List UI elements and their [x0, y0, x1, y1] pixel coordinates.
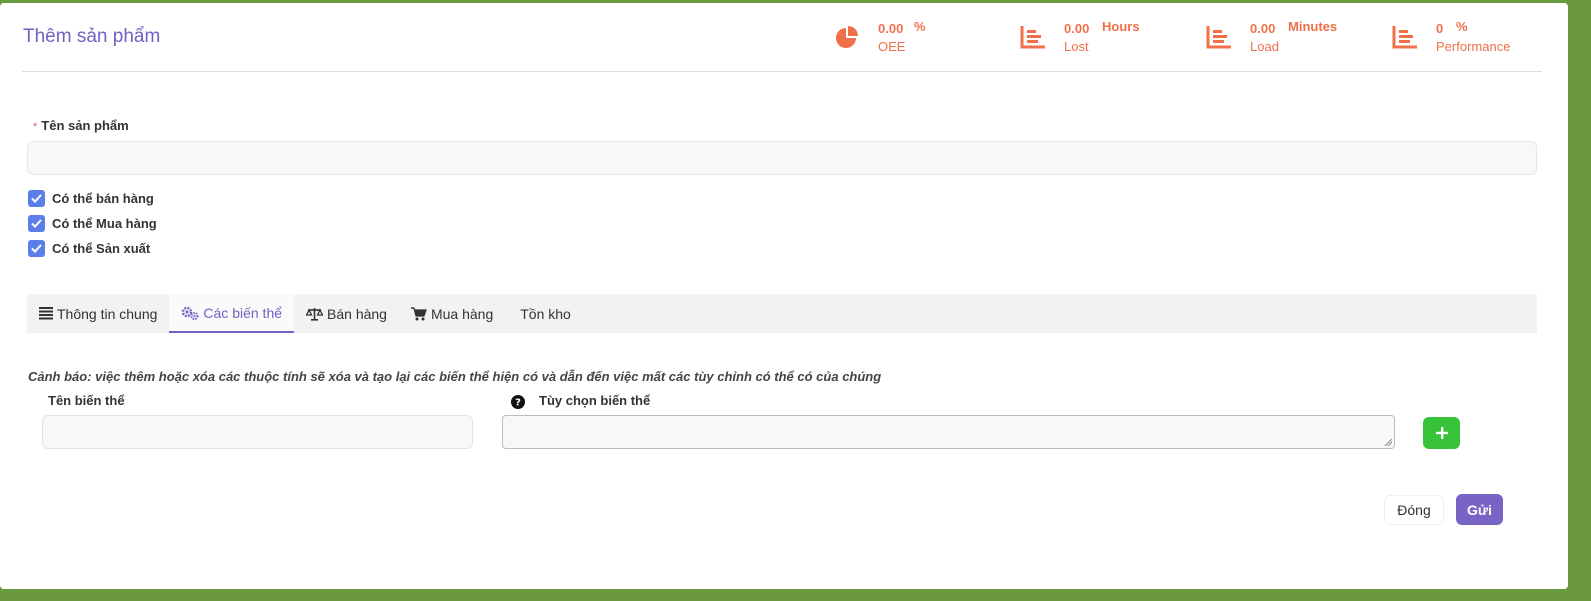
checkbox-label: Có thể Sản xuất	[52, 240, 151, 256]
tab-general-info[interactable]: Thông tin chung	[27, 294, 169, 333]
required-mark: *	[33, 121, 38, 133]
tab-label: Mua hàng	[430, 305, 494, 322]
stat-value: 0.00	[1250, 21, 1276, 36]
tab-inventory[interactable]: Tồn kho	[505, 294, 583, 333]
bar-chart-icon	[1020, 26, 1045, 49]
checkbox-label: Có thể Mua hàng	[52, 215, 157, 231]
tab-label: Các biến thể	[203, 304, 283, 321]
stat-value: 0.00	[878, 21, 904, 36]
checkbox-checked-icon[interactable]	[28, 189, 45, 207]
stat-label: OEE	[878, 39, 906, 54]
stat-oee: 0.00 % OEE	[834, 17, 994, 57]
stat-label: Load	[1250, 39, 1279, 54]
submit-button[interactable]: Gửi	[1456, 494, 1503, 525]
page-title: Thêm sản phẩm	[23, 26, 161, 47]
product-name-input[interactable]	[27, 141, 1537, 175]
modal-dialog: Thêm sản phẩm 0.00 % OEE 0.00 Hours Lost	[0, 3, 1568, 589]
tab-label: Bán hàng	[327, 305, 387, 322]
stat-unit: %	[1456, 19, 1468, 34]
list-icon	[39, 307, 53, 320]
scale-icon	[306, 307, 324, 321]
stat-unit: Hours	[1102, 19, 1140, 34]
checkbox-can-sell[interactable]: Có thể bán hàng	[28, 189, 154, 207]
variant-options-textarea[interactable]	[502, 415, 1395, 449]
gears-icon	[182, 306, 199, 320]
bar-chart-icon	[1392, 26, 1417, 49]
stat-load: 0.00 Minutes Load	[1206, 17, 1366, 57]
resize-grip-icon[interactable]	[1384, 438, 1392, 446]
checkbox-checked-icon[interactable]	[28, 214, 45, 232]
variant-warning-text: Cảnh báo: việc thêm hoặc xóa các thuộc t…	[28, 369, 882, 384]
stat-lost: 0.00 Hours Lost	[1020, 17, 1180, 57]
variant-options-label: Tùy chọn biến thể	[539, 393, 651, 408]
pie-chart-icon	[836, 26, 858, 48]
product-name-label-text: Tên sản phẩm	[41, 118, 129, 133]
variant-name-input[interactable]	[42, 415, 473, 449]
tab-label: Thông tin chung	[57, 305, 158, 322]
add-variant-button[interactable]	[1423, 417, 1460, 449]
checkbox-checked-icon[interactable]	[28, 239, 45, 257]
stat-value: 0	[1436, 21, 1444, 36]
tab-sales[interactable]: Bán hàng	[294, 294, 399, 333]
stat-performance: 0 % Performance	[1392, 17, 1552, 57]
modal-header: Thêm sản phẩm 0.00 % OEE 0.00 Hours Lost	[22, 3, 1542, 72]
stat-label: Performance	[1436, 39, 1511, 54]
tab-purchase[interactable]: Mua hàng	[399, 294, 505, 333]
stat-label: Lost	[1064, 39, 1089, 54]
tab-bar: Thông tin chung Các biến thể Bán hàng Mu…	[27, 294, 1537, 333]
variant-name-label: Tên biến thể	[48, 393, 125, 408]
bar-chart-icon	[1206, 26, 1231, 49]
checkbox-label: Có thể bán hàng	[52, 190, 154, 206]
product-name-label: * Tên sản phẩm	[33, 118, 129, 133]
stat-unit: %	[914, 19, 926, 34]
svg-text:?: ?	[515, 398, 521, 409]
checkbox-can-manufacture[interactable]: Có thể Sản xuất	[28, 239, 150, 257]
tab-label: Tồn kho	[520, 305, 571, 322]
cart-icon	[410, 306, 427, 320]
stat-value: 0.00	[1064, 21, 1090, 36]
question-icon[interactable]: ?	[511, 395, 525, 409]
checkbox-can-purchase[interactable]: Có thể Mua hàng	[28, 214, 157, 232]
plus-icon	[1435, 427, 1448, 439]
tab-variants[interactable]: Các biến thể	[169, 294, 295, 333]
stat-unit: Minutes	[1288, 19, 1338, 34]
close-button[interactable]: Đóng	[1384, 495, 1444, 525]
